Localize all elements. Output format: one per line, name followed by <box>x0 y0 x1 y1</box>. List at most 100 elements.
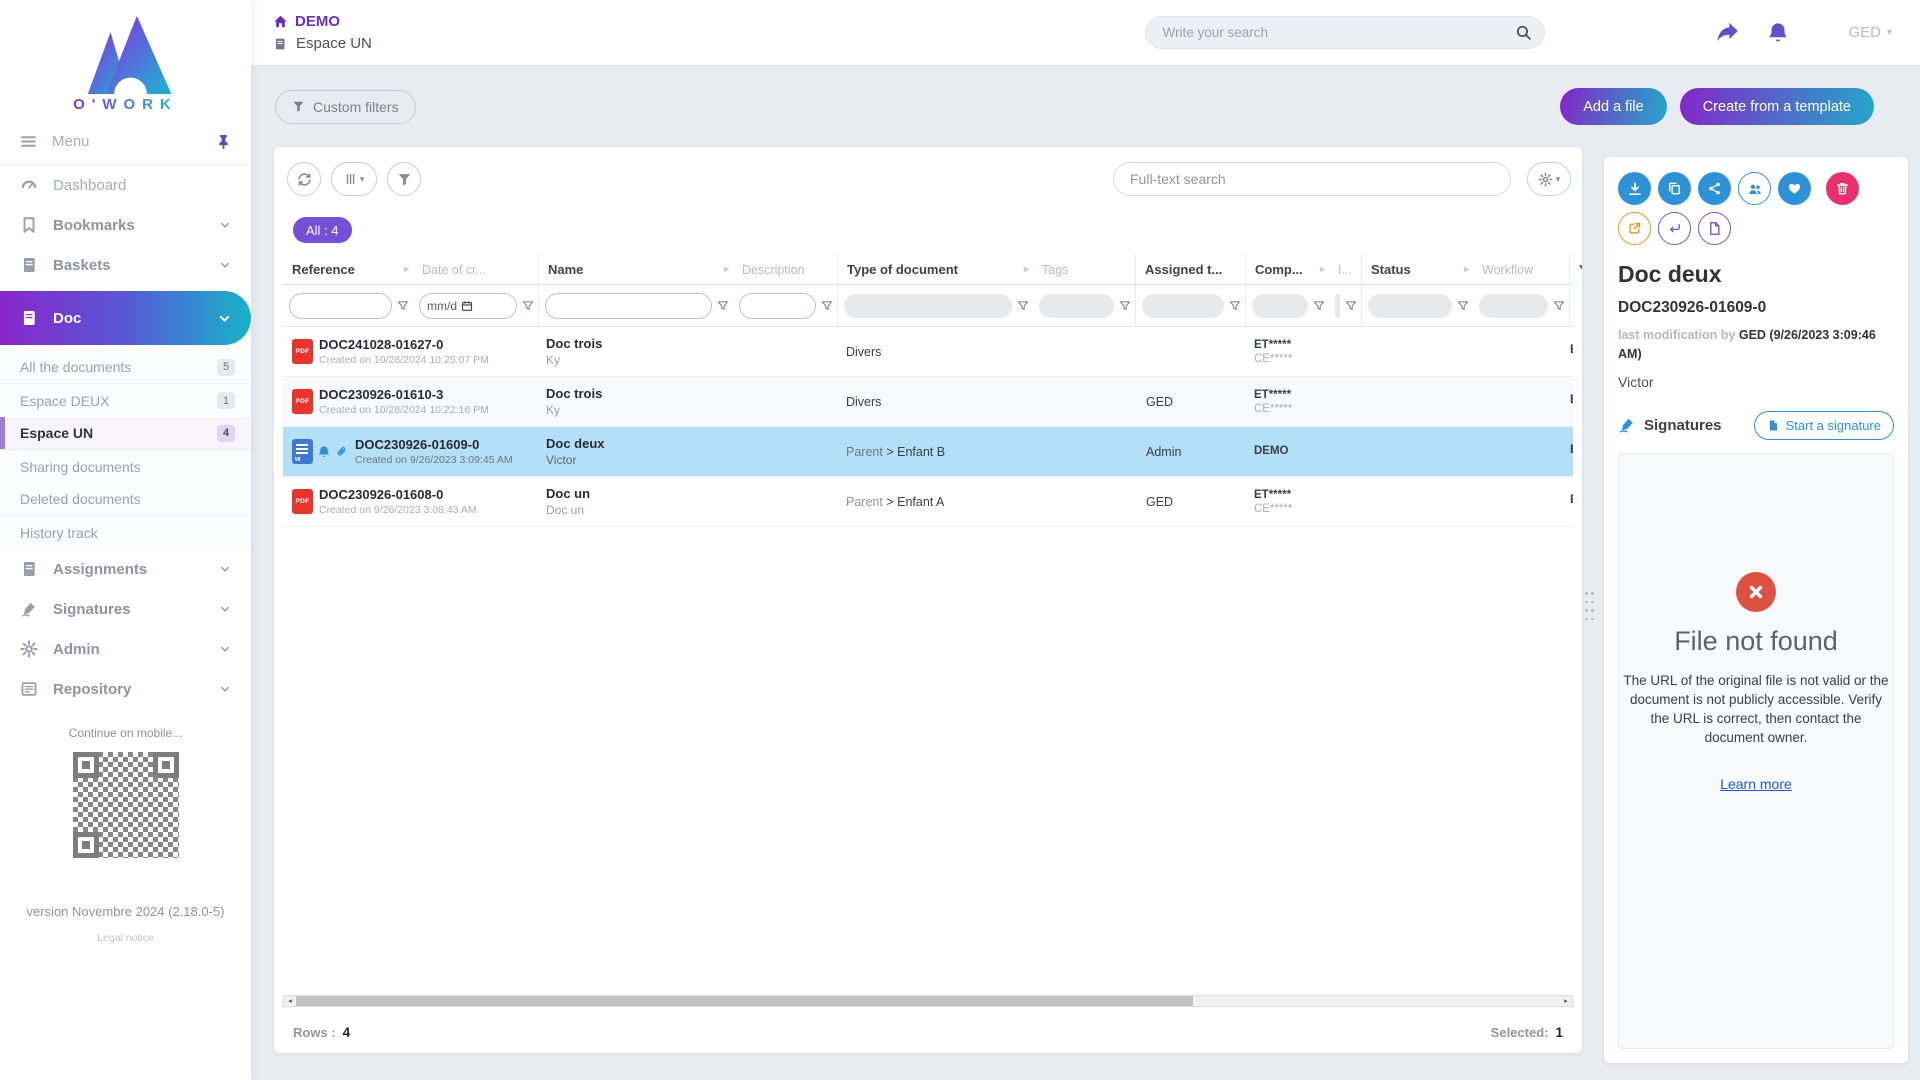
row-subtitle: Doc un <box>546 503 838 517</box>
status-filter-select[interactable] <box>1368 294 1452 318</box>
table-row[interactable]: PDF DOC230926-01610-3 Created on 10/28/2… <box>283 377 1573 427</box>
sidebar-item-espace-deux[interactable]: Espace DEUX 1 <box>0 384 251 417</box>
return-button[interactable] <box>1658 212 1691 245</box>
sidebar-item-bookmarks[interactable]: Bookmarks <box>0 205 251 245</box>
share-forward-icon[interactable] <box>1715 20 1740 45</box>
type-filter-select[interactable] <box>844 294 1012 318</box>
breadcrumb-root[interactable]: DEMO <box>273 13 372 30</box>
date-filter-input[interactable]: mm/d <box>419 293 517 319</box>
document-actions-row-1 <box>1618 172 1894 205</box>
document-properties-button[interactable] <box>1698 212 1731 245</box>
menu-header[interactable]: Menu <box>0 119 251 165</box>
funnel-icon[interactable] <box>1553 300 1565 312</box>
i-filter-select[interactable] <box>1335 294 1340 318</box>
column-header-type[interactable]: Type of document▸ <box>838 255 1033 284</box>
table-settings-button[interactable]: ▾ <box>1527 162 1571 196</box>
funnel-icon[interactable] <box>1345 300 1357 312</box>
column-header-reference[interactable]: Reference▸ <box>283 255 413 284</box>
sidebar-item-all-documents[interactable]: All the documents 5 <box>0 351 251 384</box>
sort-arrow-icon[interactable]: ▸ <box>404 264 409 275</box>
permissions-users-button[interactable] <box>1738 172 1771 205</box>
sidebar-item-doc[interactable]: Doc <box>0 291 251 345</box>
refresh-button[interactable] <box>287 162 321 196</box>
favorite-button[interactable] <box>1778 172 1811 205</box>
legal-notice-link[interactable]: Legal notice <box>0 932 251 944</box>
column-header-name[interactable]: Name▸ <box>539 255 733 284</box>
reference-filter-input[interactable] <box>289 293 392 319</box>
sidebar-item-espace-un[interactable]: Espace UN 4 <box>0 417 251 450</box>
sidebar-item-sharing-documents[interactable]: Sharing documents <box>0 450 251 483</box>
filter-button[interactable] <box>387 162 421 196</box>
funnel-icon[interactable] <box>1119 300 1131 312</box>
column-header-workflow[interactable]: Workflow <box>1473 255 1570 284</box>
start-signature-button[interactable]: Start a signature <box>1754 411 1894 440</box>
funnel-icon[interactable] <box>717 300 729 312</box>
workflow-filter-select[interactable] <box>1479 294 1548 318</box>
column-header-y[interactable]: Y... <box>1570 255 1582 284</box>
sidebar-item-dashboard[interactable]: Dashboard <box>0 165 251 205</box>
tab-all-documents[interactable]: All : 4 <box>293 217 352 243</box>
column-header-description[interactable]: Description <box>733 255 838 284</box>
create-from-template-button[interactable]: Create from a template <box>1680 88 1874 125</box>
sidebar-item-deleted-documents[interactable]: Deleted documents <box>0 483 251 516</box>
user-menu[interactable]: GED ▾ <box>1848 24 1892 41</box>
horizontal-scrollbar[interactable]: ◂ ▸ <box>283 995 1573 1007</box>
sidebar-item-assignments[interactable]: Assignments <box>0 549 251 589</box>
custom-filters-button[interactable]: Custom filters <box>275 90 416 124</box>
sort-arrow-icon[interactable]: ▸ <box>1464 264 1469 275</box>
column-header-date[interactable]: Date of cr... <box>413 255 539 284</box>
delete-button[interactable] <box>1826 172 1859 205</box>
sidebar-item-admin[interactable]: Admin <box>0 629 251 669</box>
global-search[interactable] <box>1145 16 1545 49</box>
table-row[interactable]: PDF DOC241028-01627-0 Created on 10/28/2… <box>283 327 1573 377</box>
table-row-selected[interactable]: w DOC230926-01609-0 Created on 9/26/2023… <box>283 427 1573 477</box>
notifications-bell-icon[interactable] <box>1766 21 1790 45</box>
funnel-icon[interactable] <box>397 300 409 312</box>
name-filter-input[interactable] <box>545 293 712 319</box>
duplicate-button[interactable] <box>1658 172 1691 205</box>
columns-button[interactable]: ▾ <box>331 162 377 196</box>
tags-filter-select[interactable] <box>1039 294 1114 318</box>
funnel-icon[interactable] <box>1229 300 1241 312</box>
learn-more-link[interactable]: Learn more <box>1720 776 1792 792</box>
sort-arrow-icon[interactable]: ▸ <box>1024 264 1029 275</box>
panel-resize-handle[interactable] <box>1585 592 1594 622</box>
scrollbar-thumb[interactable] <box>296 996 1193 1006</box>
description-filter-input[interactable] <box>739 293 816 319</box>
assigned-filter-select[interactable] <box>1142 294 1224 318</box>
sidebar-item-baskets[interactable]: Baskets <box>0 245 251 285</box>
column-header-company[interactable]: Comp...▸ <box>1246 255 1329 284</box>
hamburger-icon[interactable] <box>20 133 37 150</box>
scrollbar-track[interactable] <box>296 996 1560 1006</box>
paperclip-icon <box>335 445 349 459</box>
column-header-assigned[interactable]: Assigned t... <box>1136 255 1246 284</box>
sidebar-item-signatures[interactable]: Signatures <box>0 589 251 629</box>
download-button[interactable] <box>1618 172 1651 205</box>
add-file-button[interactable]: Add a file <box>1560 88 1666 125</box>
table-row[interactable]: PDF DOC230926-01608-0 Created on 9/26/20… <box>283 477 1573 527</box>
scroll-left-icon[interactable]: ◂ <box>284 996 296 1006</box>
funnel-icon[interactable] <box>1457 300 1469 312</box>
sidebar-item-history-track[interactable]: History track <box>0 516 251 549</box>
pin-sidebar-icon[interactable] <box>216 134 231 149</box>
column-header-status[interactable]: Status▸ <box>1362 255 1473 284</box>
column-header-tags[interactable]: Tags <box>1033 255 1136 284</box>
sidebar-item-repository[interactable]: Repository <box>0 669 251 709</box>
scroll-right-icon[interactable]: ▸ <box>1560 996 1572 1006</box>
company-filter-select[interactable] <box>1252 294 1308 318</box>
funnel-icon[interactable] <box>522 300 534 312</box>
open-external-button[interactable] <box>1618 212 1651 245</box>
funnel-icon[interactable] <box>1313 300 1325 312</box>
sort-arrow-icon[interactable]: ▸ <box>724 264 729 275</box>
search-icon[interactable] <box>1515 24 1532 41</box>
calendar-icon[interactable] <box>461 300 473 312</box>
global-search-input[interactable] <box>1162 25 1515 40</box>
funnel-icon[interactable] <box>1017 300 1029 312</box>
column-header-i[interactable]: I... <box>1329 255 1362 284</box>
funnel-icon[interactable] <box>821 300 833 312</box>
breadcrumb-space[interactable]: Espace UN <box>273 35 372 52</box>
fulltext-search-input[interactable] <box>1130 171 1494 187</box>
sort-arrow-icon[interactable]: ▸ <box>1320 264 1325 275</box>
fulltext-search[interactable] <box>1113 162 1511 196</box>
share-button[interactable] <box>1698 172 1731 205</box>
